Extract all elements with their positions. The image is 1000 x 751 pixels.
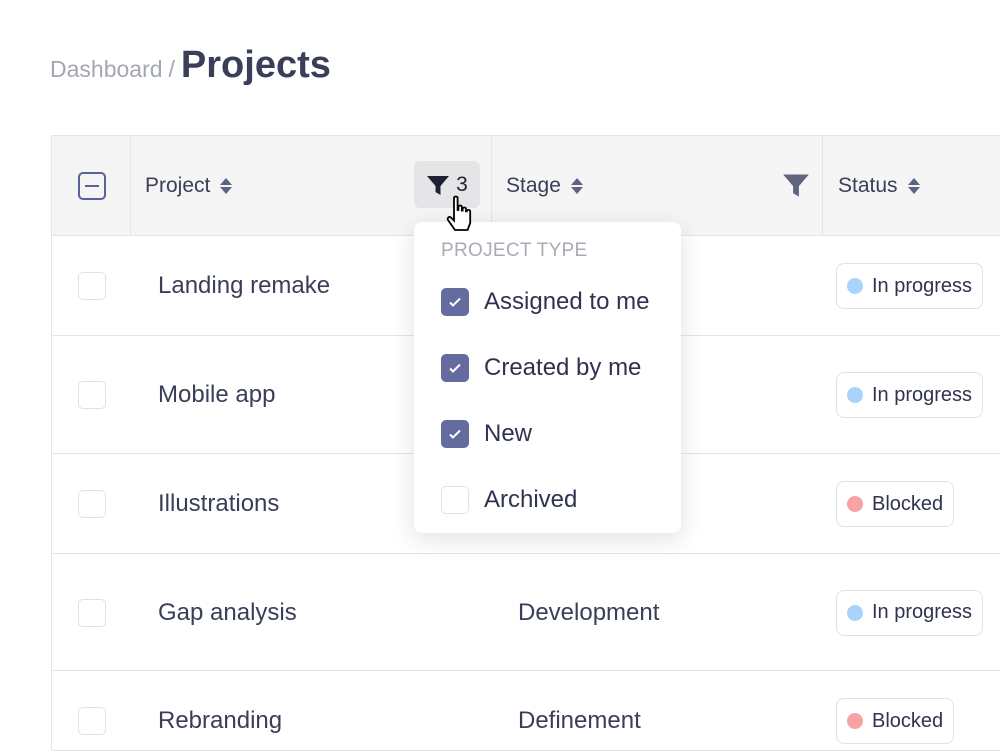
status-badge[interactable]: Blocked: [836, 698, 954, 744]
filter-option-checkbox[interactable]: [441, 288, 469, 316]
status-label: In progress: [872, 384, 972, 407]
column-header-project[interactable]: Project: [145, 174, 232, 198]
table-row[interactable]: Rebranding Definement Blocked: [52, 671, 1000, 751]
filter-option-label: New: [484, 420, 532, 448]
filter-option-checkbox[interactable]: [441, 486, 469, 514]
status-label: Blocked: [872, 710, 943, 733]
status-badge[interactable]: Blocked: [836, 481, 954, 527]
status-dot: [847, 387, 863, 403]
row-checkbox[interactable]: [78, 490, 106, 518]
stage-filter-icon[interactable]: [782, 171, 810, 199]
status-dot: [847, 278, 863, 294]
filter-option-checkbox[interactable]: [441, 420, 469, 448]
status-badge[interactable]: In progress: [836, 590, 983, 636]
sort-icon[interactable]: [220, 178, 232, 194]
row-checkbox[interactable]: [78, 272, 106, 300]
column-label: Stage: [506, 174, 561, 198]
check-icon: [447, 426, 463, 442]
filter-option-label: Created by me: [484, 354, 641, 382]
filter-count: 3: [456, 173, 468, 197]
project-name[interactable]: Illustrations: [158, 490, 279, 518]
filter-option[interactable]: Created by me: [441, 354, 641, 382]
dropdown-title: PROJECT TYPE: [441, 240, 588, 262]
row-checkbox[interactable]: [78, 381, 106, 409]
status-dot: [847, 605, 863, 621]
column-label: Project: [145, 174, 210, 198]
project-name[interactable]: Rebranding: [158, 707, 282, 735]
filter-option-checkbox[interactable]: [441, 354, 469, 382]
project-filter-dropdown: PROJECT TYPE Assigned to me Created by me…: [414, 222, 681, 533]
filter-option-label: Archived: [484, 486, 577, 514]
project-name[interactable]: Landing remake: [158, 272, 330, 300]
status-dot: [847, 713, 863, 729]
stage-value: Definement: [518, 707, 641, 735]
hand-cursor-icon: [446, 195, 476, 235]
filter-icon: [426, 173, 450, 197]
filter-option[interactable]: Assigned to me: [441, 288, 649, 316]
breadcrumb-dashboard-link[interactable]: Dashboard: [50, 56, 163, 83]
filter-option[interactable]: New: [441, 420, 532, 448]
breadcrumb: Dashboard / Projects: [50, 44, 331, 87]
project-name[interactable]: Gap analysis: [158, 599, 297, 627]
project-name[interactable]: Mobile app: [158, 381, 275, 409]
breadcrumb-separator: /: [169, 56, 175, 83]
status-label: In progress: [872, 601, 972, 624]
check-icon: [447, 294, 463, 310]
column-divider: [822, 136, 823, 236]
row-checkbox[interactable]: [78, 707, 106, 735]
column-label: Status: [838, 174, 898, 198]
table-row[interactable]: Gap analysis Development In progress: [52, 554, 1000, 671]
filter-option-label: Assigned to me: [484, 288, 649, 316]
status-dot: [847, 496, 863, 512]
check-icon: [447, 360, 463, 376]
status-badge[interactable]: In progress: [836, 263, 983, 309]
sort-icon[interactable]: [571, 178, 583, 194]
column-header-status[interactable]: Status: [838, 174, 920, 198]
sort-icon[interactable]: [908, 178, 920, 194]
select-all-checkbox[interactable]: [78, 172, 106, 200]
status-label: Blocked: [872, 493, 943, 516]
stage-value: Development: [518, 599, 659, 627]
column-divider: [491, 136, 492, 236]
row-checkbox[interactable]: [78, 599, 106, 627]
table-header: Project 3 Stage Status: [52, 136, 1000, 236]
status-label: In progress: [872, 275, 972, 298]
page-title: Projects: [181, 44, 331, 87]
column-header-stage[interactable]: Stage: [506, 174, 583, 198]
status-badge[interactable]: In progress: [836, 372, 983, 418]
filter-option[interactable]: Archived: [441, 486, 577, 514]
column-divider: [130, 136, 131, 236]
